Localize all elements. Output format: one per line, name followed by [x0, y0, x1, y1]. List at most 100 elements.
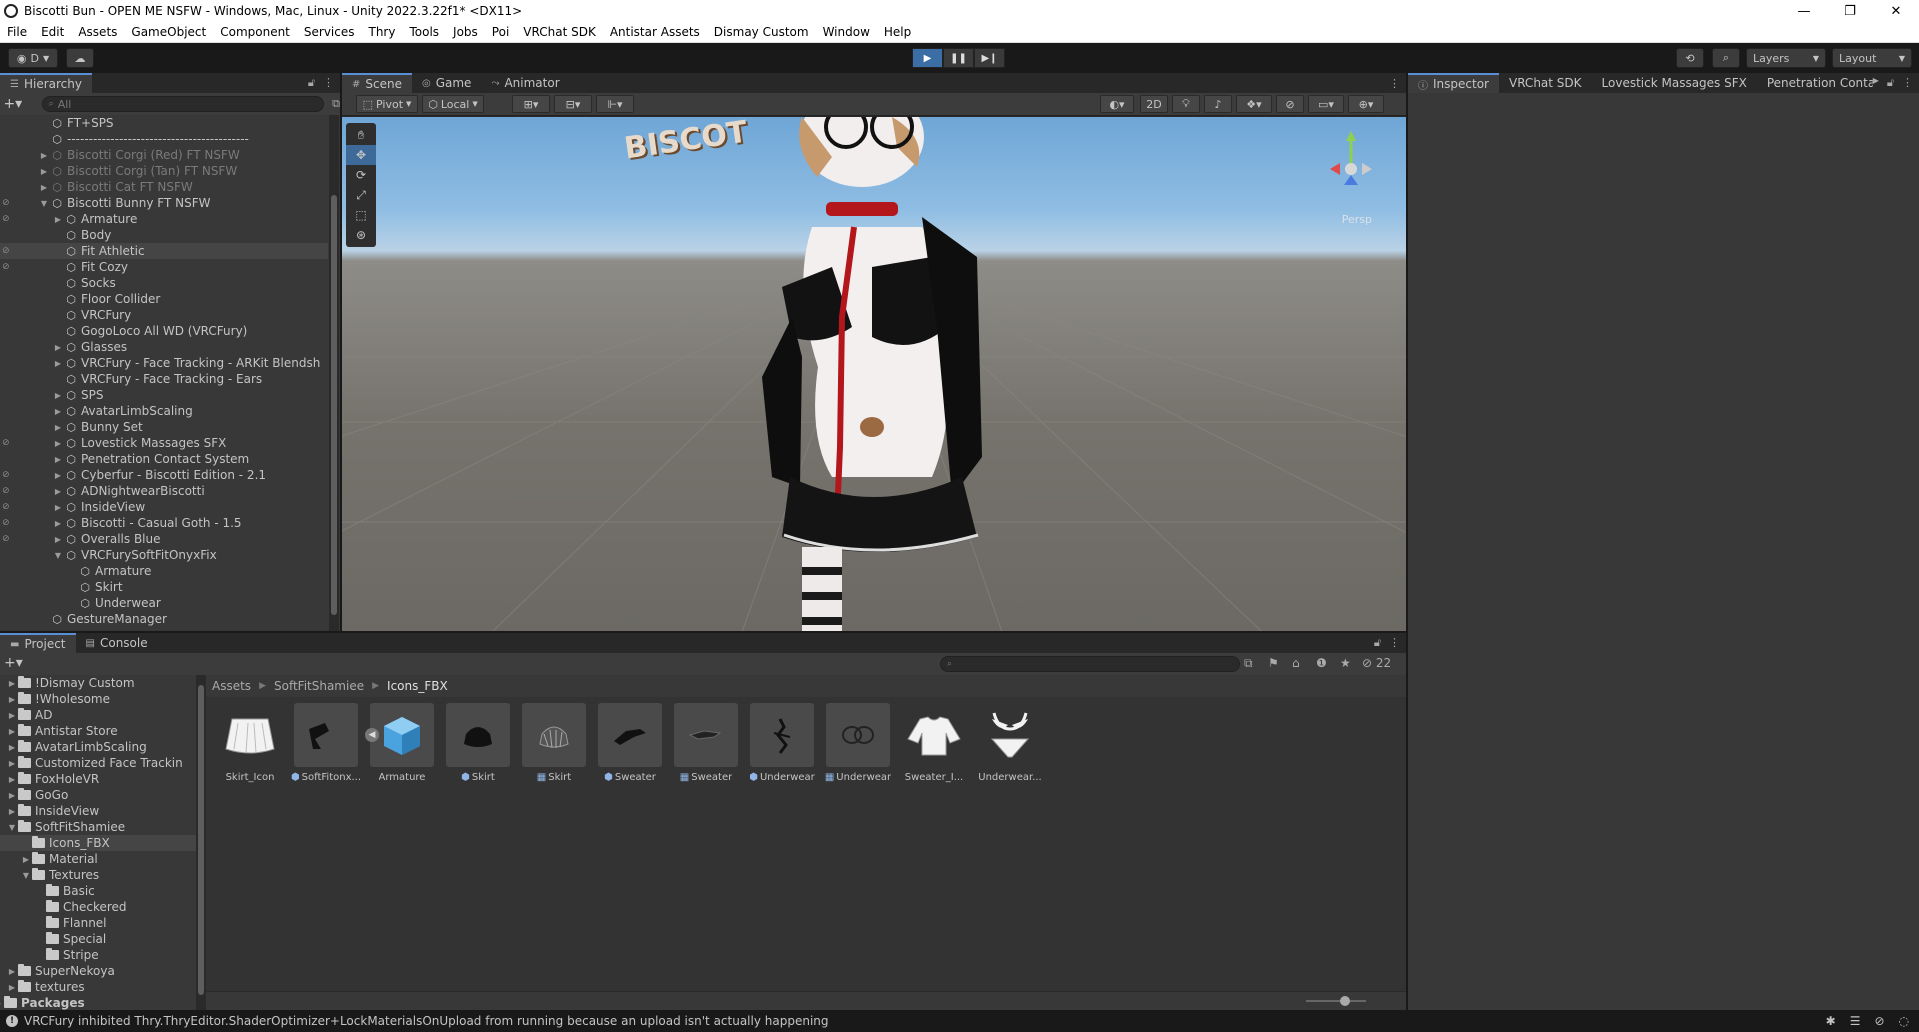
expand-arrow-icon[interactable]: ▶ — [52, 535, 64, 544]
tab-lovestick[interactable]: Lovestick Massages SFX — [1592, 73, 1757, 93]
hierarchy-row[interactable]: ⊘ ▶ ⬡ Lovestick Massages SFX — [0, 435, 328, 451]
hierarchy-row[interactable]: ⬡ Armature — [0, 563, 328, 579]
expand-arrow-icon[interactable]: ▶ — [6, 791, 18, 800]
account-button[interactable]: ◉ D ▼ — [8, 48, 58, 68]
project-folder-row[interactable]: ▶ Material — [0, 851, 196, 867]
expand-arrow-icon[interactable]: ▶ — [52, 215, 64, 224]
more-options-icon[interactable]: ⋮ — [1389, 636, 1400, 650]
project-folder-row[interactable]: ▶ !Wholesome — [0, 691, 196, 707]
lock-icon[interactable]: 🔓︎ — [1374, 636, 1381, 650]
menu-assets[interactable]: Assets — [71, 25, 124, 39]
asset-item[interactable]: Armature — [364, 703, 440, 791]
asset-item[interactable]: ⬢ Sweater — [592, 703, 668, 791]
hierarchy-row[interactable]: ⊘ ▼ ⬡ Biscotti Bunny FT NSFW — [0, 195, 328, 211]
audio-toggle[interactable]: ♪ — [1204, 95, 1232, 113]
hierarchy-row[interactable]: ▶ ⬡ Glasses — [0, 339, 328, 355]
menu-poi[interactable]: Poi — [485, 25, 516, 39]
menu-edit[interactable]: Edit — [34, 25, 71, 39]
filter-icon[interactable]: ⚑ — [1268, 656, 1279, 670]
visibility-toggle-icon[interactable]: ⊘ — [2, 246, 16, 256]
visibility-toggle-icon[interactable]: ⊘ — [2, 214, 16, 224]
scene-viewport[interactable]: BISCOT ✋︎ ✥ ⟳ ⤢ ⬚ ⊛ Persp — [342, 117, 1406, 631]
bug-icon[interactable]: ✱ — [1826, 1014, 1836, 1028]
visibility-toggle-icon[interactable]: ⊘ — [2, 502, 16, 512]
project-folder-row[interactable]: Basic — [0, 883, 196, 899]
expand-arrow-icon[interactable]: ▶ — [52, 343, 64, 352]
draw-mode-dropdown[interactable]: ◐▾ — [1100, 95, 1134, 113]
hierarchy-scrollbar-thumb[interactable] — [331, 195, 337, 615]
cloud-button[interactable]: ☁ — [66, 48, 94, 68]
hierarchy-row[interactable]: ▶ ⬡ VRCFury - Face Tracking - ARKit Blends… — [0, 355, 328, 371]
tab-vrchat-sdk[interactable]: VRChat SDK — [1499, 73, 1592, 93]
project-folder-row[interactable]: Stripe — [0, 947, 196, 963]
grid-snap-button[interactable]: ⊞▾ — [512, 95, 550, 113]
hierarchy-row[interactable]: ⊘ ⬡ Fit Athletic — [0, 243, 328, 259]
project-folder-row[interactable]: ▶ SuperNekoya — [0, 963, 196, 979]
hierarchy-row[interactable]: ⬡ FT+SPS — [0, 115, 328, 131]
menu-window[interactable]: Window — [816, 25, 877, 39]
tab-scene[interactable]: # Scene — [342, 73, 412, 93]
hierarchy-row[interactable]: ⊘ ▶ ⬡ Armature — [0, 211, 328, 227]
icon-size-slider-thumb[interactable] — [1340, 996, 1350, 1006]
hierarchy-row[interactable]: ⊘ ▶ ⬡ Biscotti - Casual Goth - 1.5 — [0, 515, 328, 531]
progress-icon[interactable]: ☰ — [1850, 1014, 1861, 1028]
more-options-icon[interactable]: ⋮ — [323, 76, 334, 90]
project-folder-row[interactable]: ▶ AvatarLimbScaling — [0, 739, 196, 755]
project-folder-row[interactable]: ▶ Antistar Store — [0, 723, 196, 739]
menu-services[interactable]: Services — [297, 25, 362, 39]
hierarchy-row[interactable]: ▶ ⬡ Biscotti Corgi (Red) FT NSFW — [0, 147, 328, 163]
project-folder-row[interactable]: ▼ Textures — [0, 867, 196, 883]
hierarchy-row[interactable]: ⬡ VRCFury — [0, 307, 328, 323]
snap-increment-button[interactable]: ⊟▾ — [554, 95, 592, 113]
menu-file[interactable]: File — [0, 25, 34, 39]
breadcrumb-item[interactable]: Icons_FBX — [387, 679, 448, 693]
hierarchy-row[interactable]: ⬡ Underwear — [0, 595, 328, 611]
project-folder-row[interactable]: ▶Packages — [0, 995, 196, 1010]
2d-toggle[interactable]: 2D — [1140, 95, 1168, 113]
visibility-toggle-icon[interactable]: ⊘ — [2, 518, 16, 528]
warning-icon[interactable]: ❶ — [1316, 656, 1327, 670]
visibility-toggle-icon[interactable]: ⊘ — [2, 198, 16, 208]
asset-item[interactable]: ▦ Sweater — [668, 703, 744, 791]
create-button[interactable]: +▾ — [0, 96, 26, 112]
label-icon[interactable]: ⌂ — [1292, 656, 1300, 670]
expand-arrow-icon[interactable]: ▶ — [38, 151, 50, 160]
project-folder-row[interactable]: ▶ Customized Face Trackin — [0, 755, 196, 771]
expand-arrow-icon[interactable]: ▶ — [6, 727, 18, 736]
hierarchy-row[interactable]: ▶ ⬡ Penetration Contact System — [0, 451, 328, 467]
hierarchy-row[interactable]: ▶ ⬡ Biscotti Corgi (Tan) FT NSFW — [0, 163, 328, 179]
lighting-toggle[interactable]: 💡︎ — [1172, 95, 1200, 113]
search-button[interactable]: ⌕ — [1712, 48, 1740, 68]
asset-item[interactable]: Underwear... — [972, 703, 1048, 791]
visibility-toggle-icon[interactable]: ⊘ — [2, 486, 16, 496]
gizmos-dropdown[interactable]: ⊕▾ — [1348, 95, 1384, 113]
breadcrumb-item[interactable]: SoftFitShamiee — [274, 679, 364, 693]
project-folder-row[interactable]: ▶ GoGo — [0, 787, 196, 803]
hierarchy-row[interactable]: ⊘ ▶ ⬡ Cyberfur - Biscotti Edition - 2.1 — [0, 467, 328, 483]
asset-item[interactable]: ⬢ Underwear — [744, 703, 820, 791]
ruler-button[interactable]: ⊩▾ — [596, 95, 634, 113]
project-tree-scrollbar[interactable] — [196, 675, 206, 1010]
hierarchy-scrollbar[interactable] — [329, 115, 339, 631]
tab-hierarchy[interactable]: ☰ Hierarchy — [0, 73, 92, 93]
project-folder-row[interactable]: ▼ SoftFitShamiee — [0, 819, 196, 835]
rotate-tool-icon[interactable]: ⟳ — [346, 165, 376, 185]
search-by-type-icon[interactable]: ⧉ — [1244, 656, 1253, 671]
expand-arrow-icon[interactable]: ▶ — [20, 855, 32, 864]
tab-project[interactable]: ▬ Project — [0, 633, 76, 653]
visibility-toggle-icon[interactable]: ⊘ — [2, 262, 16, 272]
status-bar[interactable]: ! VRCFury inhibited Thry.ThryEditor.Shad… — [0, 1010, 1919, 1032]
hierarchy-row[interactable]: ▶ ⬡ Biscotti Cat FT NSFW — [0, 179, 328, 195]
network-icon[interactable]: ⊘ — [1874, 1014, 1884, 1028]
menu-tools[interactable]: Tools — [402, 25, 446, 39]
expand-arrow-icon[interactable]: ▶ — [52, 423, 64, 432]
expand-arrow-icon[interactable]: ▶ — [38, 167, 50, 176]
create-asset-button[interactable]: +▾ — [4, 655, 23, 671]
expand-arrow-icon[interactable]: ▶ — [52, 471, 64, 480]
rect-tool-icon[interactable]: ⬚ — [346, 205, 376, 225]
favorite-icon[interactable]: ★ — [1340, 656, 1351, 670]
expand-arrow-icon[interactable]: ▼ — [20, 871, 32, 880]
hierarchy-row[interactable]: ⊘ ▶ ⬡ ADNightwearBiscotti — [0, 483, 328, 499]
hierarchy-row[interactable]: ⊘ ▶ ⬡ Overalls Blue — [0, 531, 328, 547]
menu-thry[interactable]: Thry — [362, 25, 403, 39]
